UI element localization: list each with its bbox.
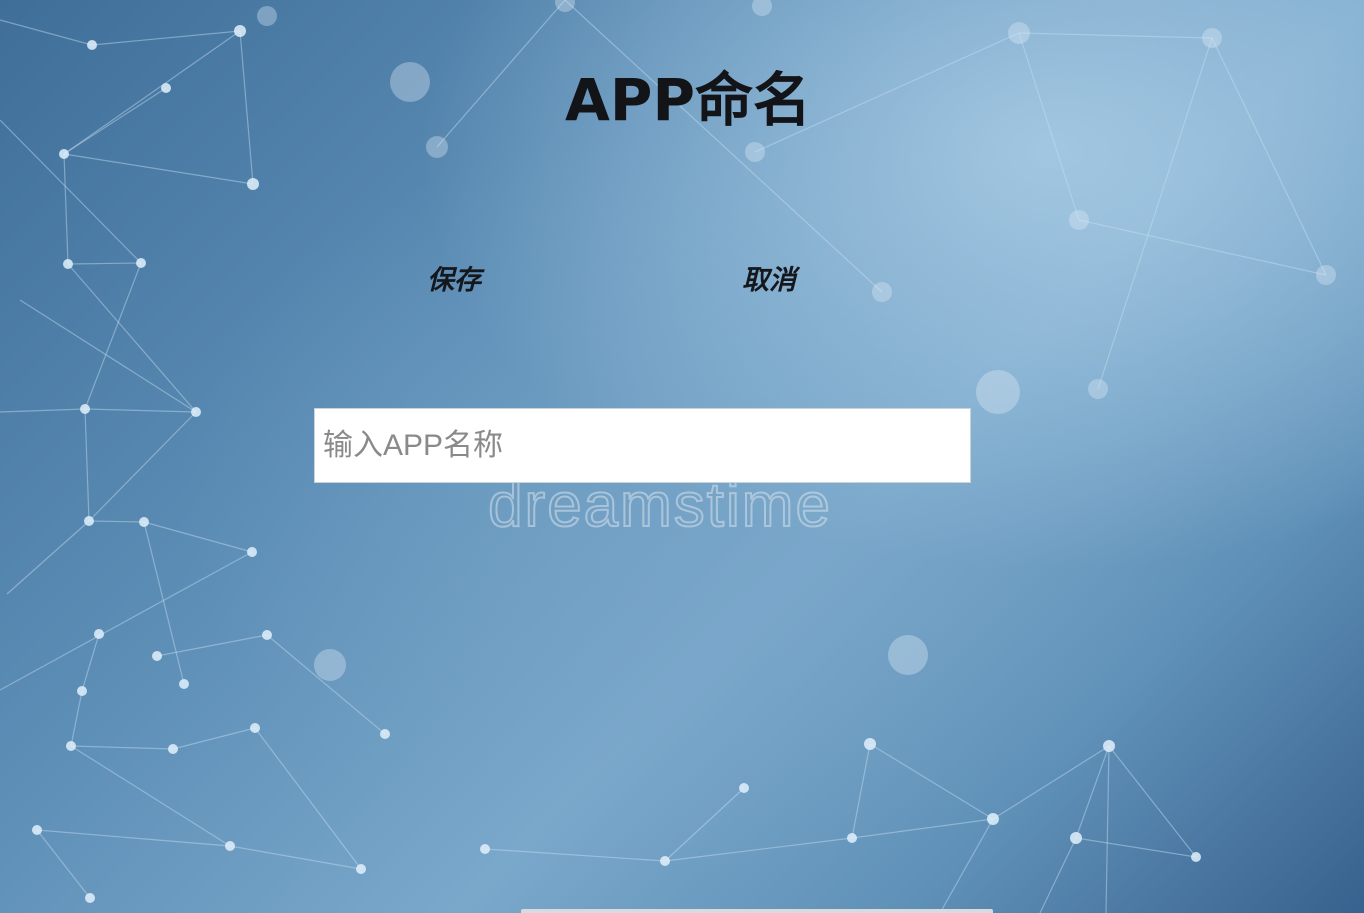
save-button[interactable]: 保存 [427,262,481,300]
cancel-button[interactable]: 取消 [742,262,796,300]
bottom-scroll-indicator [521,909,993,913]
app-name-input[interactable] [314,408,971,483]
page-title: APP命名 [565,66,811,134]
